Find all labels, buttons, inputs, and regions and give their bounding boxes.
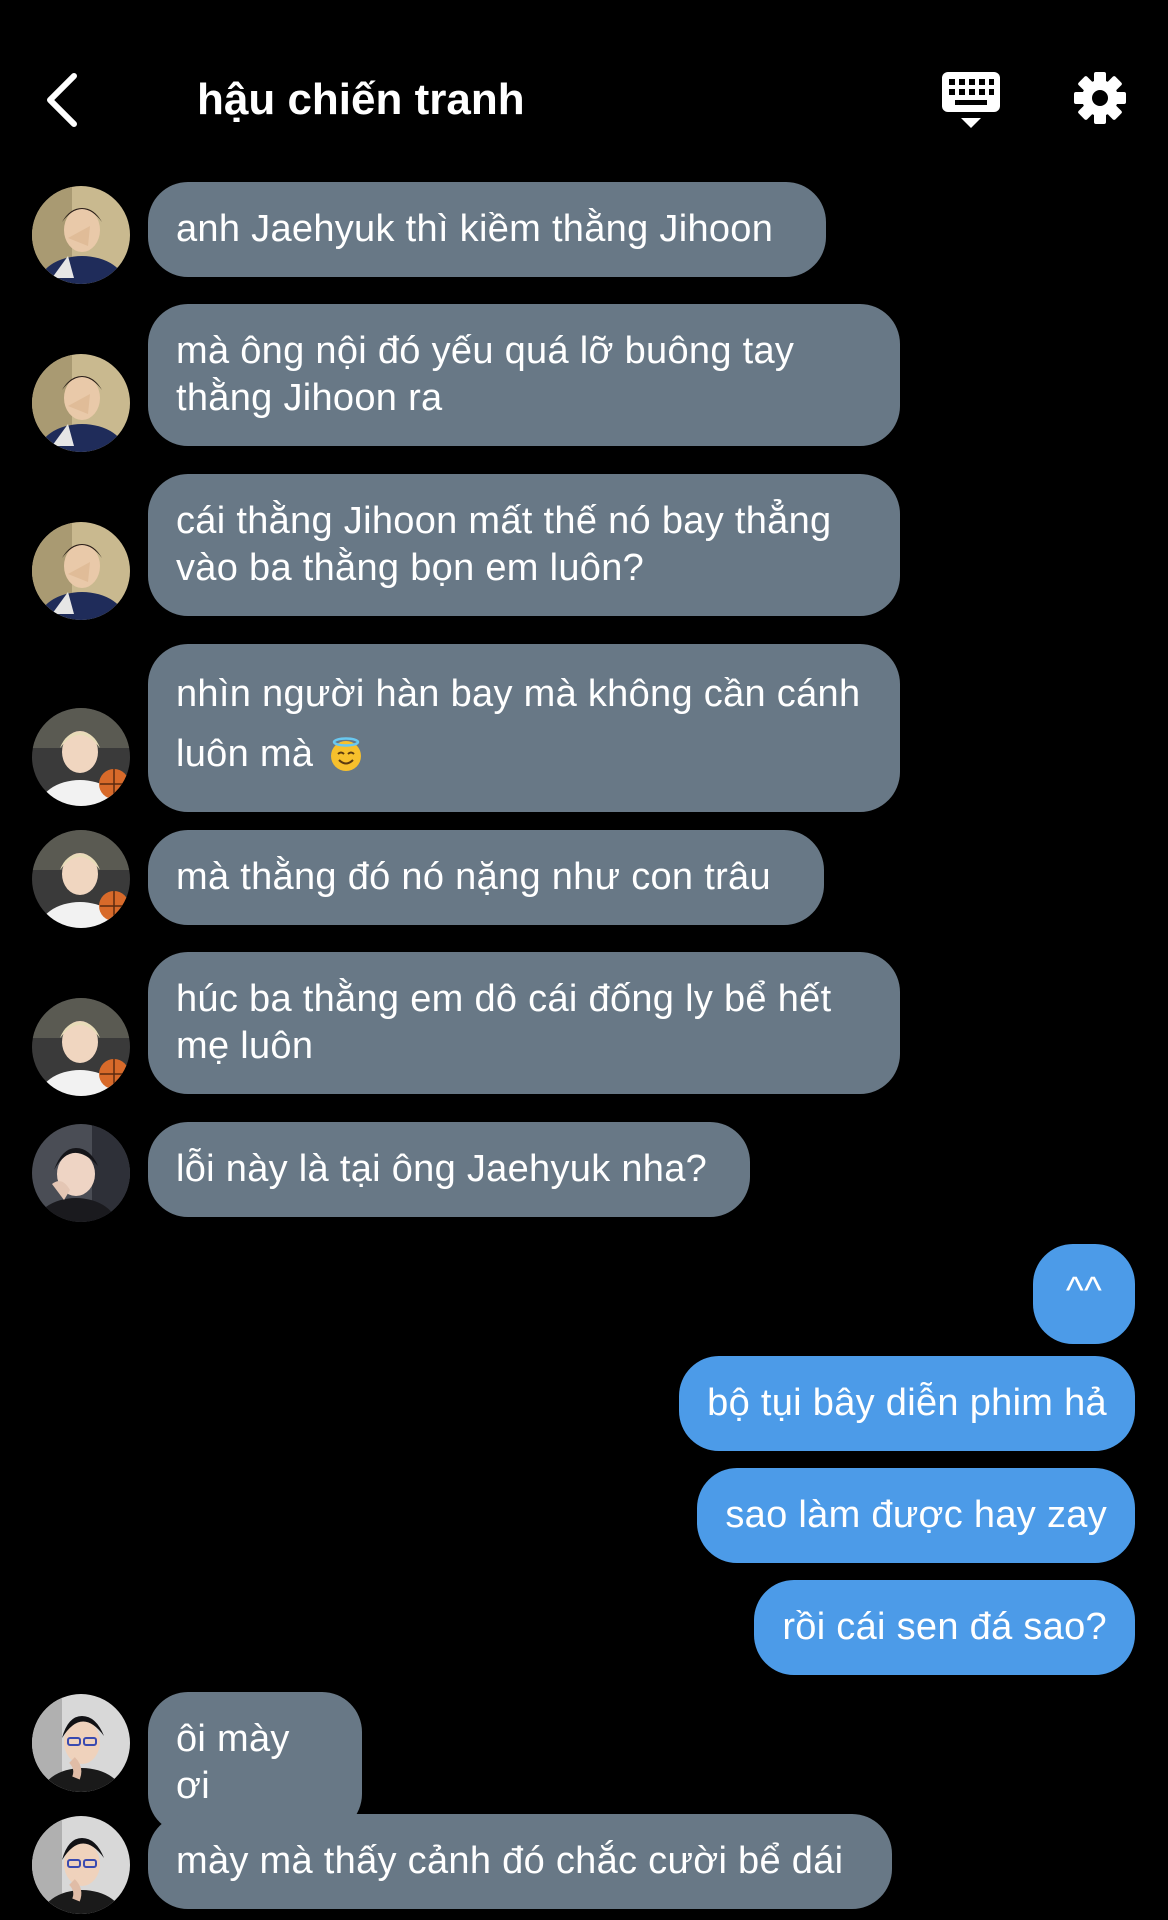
avatar[interactable]: [32, 354, 130, 452]
avatar[interactable]: [32, 522, 130, 620]
avatar[interactable]: [32, 1694, 130, 1792]
back-button[interactable]: [38, 68, 86, 132]
message-bubble-outgoing[interactable]: rồi cái sen đá sao?: [754, 1580, 1135, 1675]
chevron-left-icon: [47, 73, 77, 127]
gear-icon: [1074, 72, 1126, 124]
message-text: rồi cái sen đá sao?: [782, 1606, 1107, 1648]
message-text: sao làm được hay zay: [725, 1494, 1107, 1536]
message-text: ôi mày ơi: [176, 1718, 290, 1807]
message-text: ^^: [1065, 1270, 1103, 1312]
message-text: anh Jaehyuk thì kiềm thằng Jihoon: [176, 208, 774, 250]
avatar[interactable]: [32, 186, 130, 284]
chat-title: hậu chiến tranh: [197, 75, 525, 124]
message-bubble-incoming[interactable]: cái thằng Jihoon mất thế nó bay thẳng và…: [148, 474, 900, 616]
message-bubble-incoming[interactable]: mà thằng đó nó nặng như con trâu: [148, 830, 824, 925]
message-bubble-incoming[interactable]: anh Jaehyuk thì kiềm thằng Jihoon: [148, 182, 826, 277]
message-text: mà ông nội đó yếu quá lỡ buông tay thằng…: [176, 330, 795, 419]
smiling-face-with-halo-emoji: [331, 737, 362, 771]
settings-button[interactable]: [1072, 70, 1128, 126]
message-bubble-incoming[interactable]: nhìn người hàn bay mà không cần cánh luô…: [148, 644, 900, 812]
message-text: cái thằng Jihoon mất thế nó bay thẳng và…: [176, 500, 832, 589]
avatar[interactable]: [32, 1124, 130, 1222]
keyboard-icon: [942, 72, 1000, 128]
keyboard-button[interactable]: [940, 70, 1002, 130]
avatar[interactable]: [32, 998, 130, 1096]
message-text: lỗi này là tại ông Jaehyuk nha?: [176, 1148, 708, 1190]
message-bubble-outgoing[interactable]: bộ tụi bây diễn phim hả: [679, 1356, 1135, 1451]
message-bubble-outgoing[interactable]: ^^: [1033, 1244, 1135, 1344]
message-bubble-incoming[interactable]: mà ông nội đó yếu quá lỡ buông tay thằng…: [148, 304, 900, 446]
avatar[interactable]: [32, 1816, 130, 1914]
message-text: húc ba thằng em dô cái đống ly bể hết mẹ…: [176, 978, 832, 1067]
message-bubble-incoming[interactable]: ôi mày ơi: [148, 1692, 362, 1834]
message-text: nhìn người hàn bay mà không cần cánh luô…: [176, 673, 861, 775]
message-bubble-incoming[interactable]: húc ba thằng em dô cái đống ly bể hết mẹ…: [148, 952, 900, 1094]
message-bubble-incoming[interactable]: mày mà thấy cảnh đó chắc cười bể dái: [148, 1814, 892, 1909]
avatar[interactable]: [32, 830, 130, 928]
message-text: mà thằng đó nó nặng như con trâu: [176, 856, 771, 898]
message-bubble-outgoing[interactable]: sao làm được hay zay: [697, 1468, 1135, 1563]
avatar[interactable]: [32, 708, 130, 806]
message-text: bộ tụi bây diễn phim hả: [707, 1382, 1107, 1424]
message-bubble-incoming[interactable]: lỗi này là tại ông Jaehyuk nha?: [148, 1122, 750, 1217]
chat-header: hậu chiến tranh: [0, 0, 1168, 170]
message-text: mày mà thấy cảnh đó chắc cười bể dái: [176, 1840, 844, 1882]
